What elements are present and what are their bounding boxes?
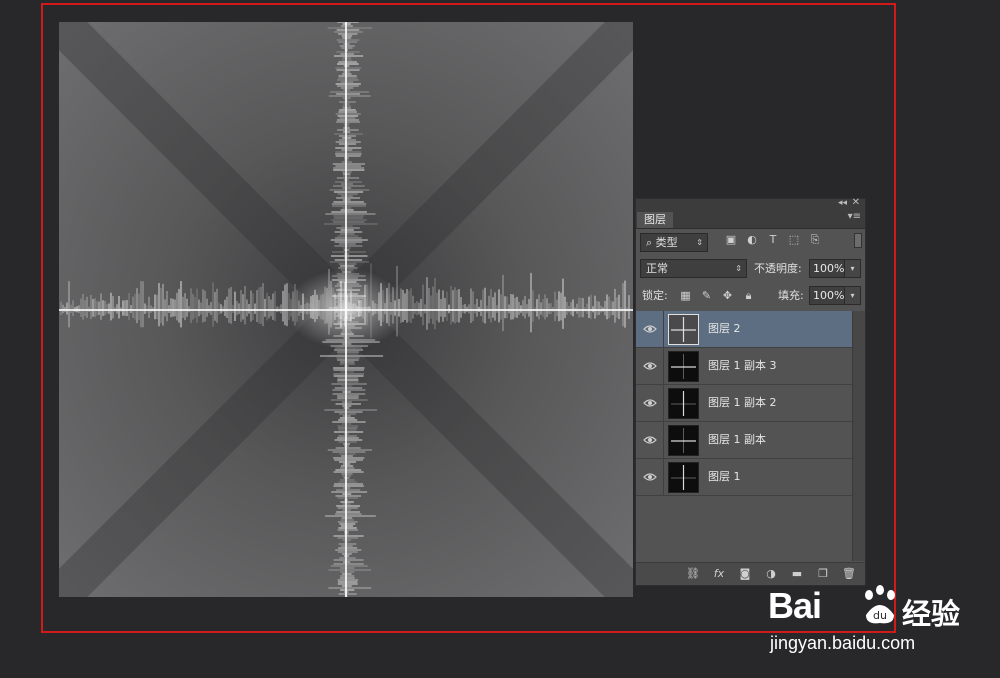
opacity-input[interactable]: 100%: [809, 259, 845, 278]
watermark-brand-suffix: 经验: [902, 597, 961, 631]
panel-footer: ⛓ fx ◙ ◑ ▬ ❐ 🗑︎: [636, 562, 865, 585]
layer-list-scrollbar[interactable]: [852, 311, 865, 561]
lock-icons: ▦ ✎ ✥ 🔒︎: [678, 286, 756, 305]
fx-icon[interactable]: fx: [711, 566, 727, 582]
filter-icons: ▣ ◐ T ⬚ ⎘: [724, 233, 822, 247]
close-panel-icon[interactable]: ✕: [852, 197, 860, 208]
fill-input[interactable]: 100%: [809, 286, 845, 305]
opacity-label: 不透明度:: [754, 262, 802, 275]
lock-all-icon[interactable]: 🔒︎: [741, 286, 756, 305]
folder-icon[interactable]: ▬: [789, 566, 805, 582]
visibility-eye-icon[interactable]: [636, 459, 664, 495]
layer-thumbnail[interactable]: [668, 314, 699, 345]
svg-text:du: du: [873, 609, 887, 622]
layer-row[interactable]: 图层 1 副本 3: [636, 348, 853, 385]
layer-row[interactable]: 图层 1 副本: [636, 422, 853, 459]
layer-name: 图层 1 副本 2: [708, 396, 777, 409]
layer-thumbnail[interactable]: [668, 462, 699, 493]
new-layer-icon[interactable]: ❐: [815, 566, 831, 582]
lock-label: 锁定:: [642, 289, 668, 302]
lock-move-icon[interactable]: ✥: [720, 286, 735, 305]
visibility-eye-icon[interactable]: [636, 311, 664, 347]
opacity-dropdown-icon[interactable]: ▾: [844, 259, 861, 278]
blend-mode-value: 正常: [646, 262, 668, 275]
layer-row[interactable]: 图层 2: [636, 311, 853, 348]
panel-title-bar: ◂◂ ✕: [636, 197, 865, 211]
layer-name: 图层 1: [708, 470, 741, 483]
adjustment-circle-icon[interactable]: ◐: [745, 233, 759, 247]
layer-thumbnail[interactable]: [668, 388, 699, 419]
visibility-eye-icon[interactable]: [636, 385, 664, 421]
blend-mode-select[interactable]: 正常 ⇕: [640, 259, 747, 278]
lock-row: 锁定: ▦ ✎ ✥ 🔒︎ 填充: 100% ▾: [636, 284, 865, 308]
layer-row[interactable]: 图层 1 副本 2: [636, 385, 853, 422]
panel-menu-icon[interactable]: ▾≡: [848, 211, 861, 222]
collapse-panel-icon[interactable]: ◂◂: [838, 198, 847, 208]
filter-toggle[interactable]: [854, 233, 862, 248]
updown-arrow-icon: ⇕: [696, 238, 703, 247]
layer-thumbnail[interactable]: [668, 425, 699, 456]
baidu-jingyan-watermark: Bai du 经验 jingyan.baidu.com: [768, 585, 993, 655]
updown-arrow-icon: ⇕: [735, 264, 742, 273]
paw-logo-icon: du: [865, 585, 895, 624]
layer-list: 图层 2 图层 1 副本 3 图层 1 副本 2 图层 1 副本 图层 1: [636, 311, 853, 496]
layer-thumbnail[interactable]: [668, 351, 699, 382]
canvas-artwork: [59, 22, 633, 597]
watermark-brand: Bai: [768, 585, 822, 626]
filter-row: ⌕ 类型 ⇕ ▣ ◐ T ⬚ ⎘: [636, 230, 865, 254]
link-icon[interactable]: ⛓: [685, 566, 701, 582]
visibility-eye-icon[interactable]: [636, 348, 664, 384]
lock-paint-icon[interactable]: ✎: [699, 286, 714, 305]
lock-transparent-icon[interactable]: ▦: [678, 286, 693, 305]
fill-dropdown-icon[interactable]: ▾: [844, 286, 861, 305]
blend-row: 正常 ⇕ 不透明度: 100% ▾: [636, 257, 865, 281]
layer-row[interactable]: 图层 1: [636, 459, 853, 496]
trash-icon[interactable]: 🗑︎: [841, 566, 857, 582]
layer-name: 图层 1 副本: [708, 433, 766, 446]
adjustment-icon[interactable]: ◑: [763, 566, 779, 582]
shape-icon[interactable]: ⬚: [787, 233, 801, 247]
tab-layers[interactable]: 图层: [637, 212, 673, 228]
panel-tab-row: 图层 ▾≡: [636, 211, 865, 229]
mask-icon[interactable]: ◙: [737, 566, 753, 582]
watermark-url: jingyan.baidu.com: [770, 633, 916, 653]
type-icon[interactable]: T: [766, 233, 780, 247]
fill-label: 填充:: [778, 289, 804, 302]
layer-name: 图层 2: [708, 322, 741, 335]
visibility-eye-icon[interactable]: [636, 422, 664, 458]
image-icon[interactable]: ▣: [724, 233, 738, 247]
smart-object-icon[interactable]: ⎘: [808, 233, 822, 247]
search-icon: ⌕: [646, 236, 653, 249]
filter-kind-select[interactable]: ⌕ 类型 ⇕: [640, 233, 708, 252]
filter-kind-value: 类型: [655, 236, 678, 249]
document-canvas[interactable]: [59, 22, 633, 597]
layers-panel: ◂◂ ✕ 图层 ▾≡ ⌕ 类型 ⇕ ▣ ◐ T ⬚ ⎘ 正常 ⇕ 不透明度: 1…: [635, 197, 866, 586]
layer-name: 图层 1 副本 3: [708, 359, 777, 372]
